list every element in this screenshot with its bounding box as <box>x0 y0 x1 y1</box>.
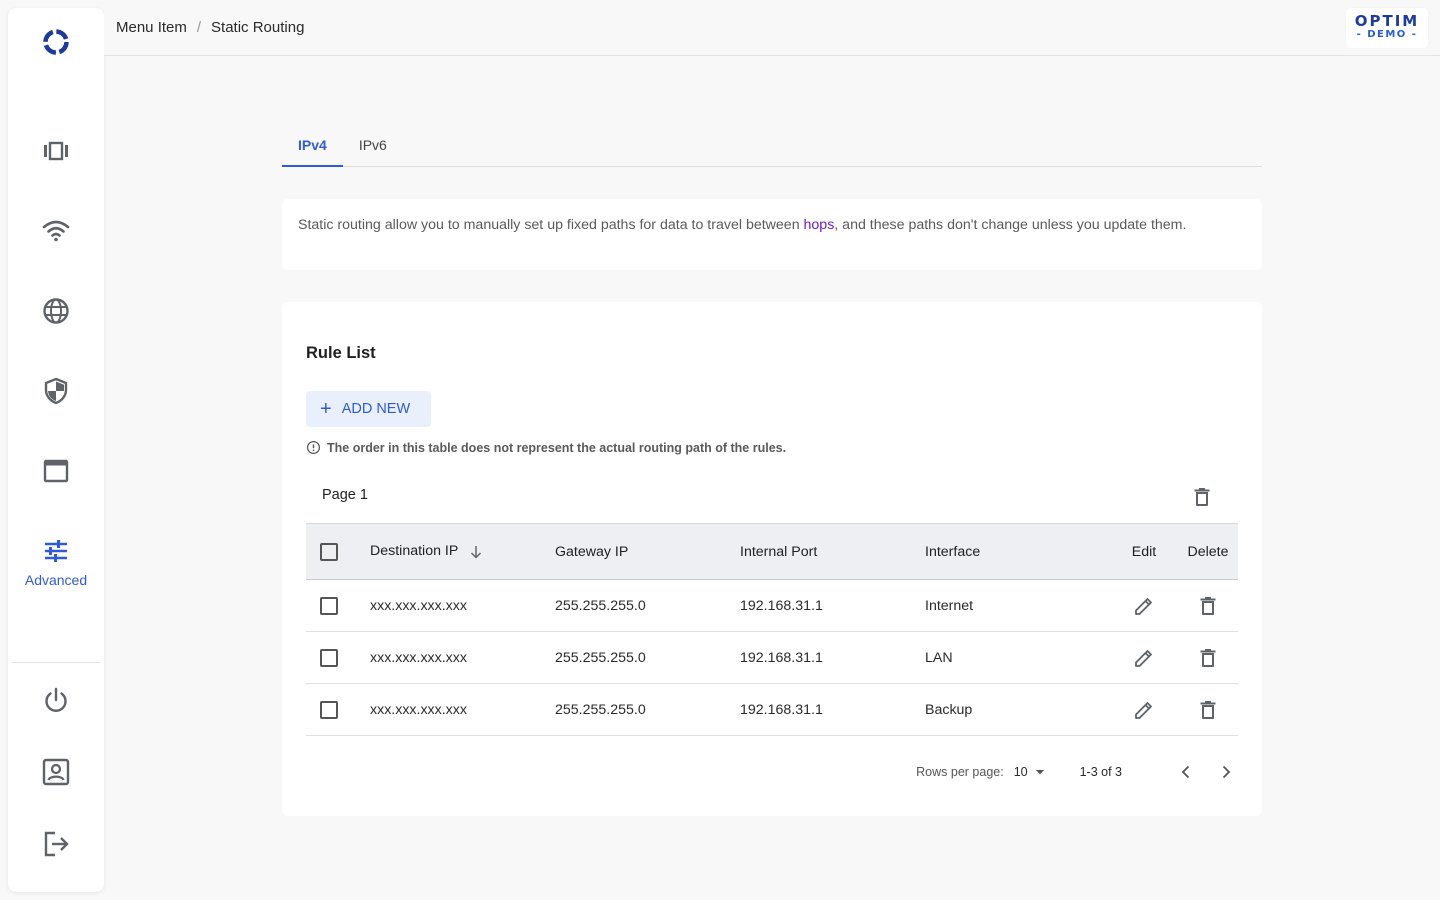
info-icon <box>306 440 321 455</box>
col-gateway-header: Gateway IP <box>555 543 629 560</box>
table-row: xxx.xxx.xxx.xxx 255.255.255.0 192.168.31… <box>306 580 1238 632</box>
sidebar-item-devices[interactable] <box>8 136 104 166</box>
rows-per-page-select[interactable]: 10 <box>1014 765 1046 779</box>
shield-icon <box>44 377 68 405</box>
cell-port: 192.168.31.1 <box>740 649 823 666</box>
tab-ipv4[interactable]: IPv4 <box>282 126 343 167</box>
row-checkbox[interactable] <box>320 596 338 615</box>
row-checkbox[interactable] <box>320 648 338 667</box>
sidebar-item-account[interactable] <box>8 757 104 787</box>
pencil-icon[interactable] <box>1132 646 1156 670</box>
rows-per-page-label: Rows per page: <box>916 765 1004 779</box>
sidebar-item-logout[interactable] <box>8 829 104 859</box>
cell-port: 192.168.31.1 <box>740 597 823 614</box>
trash-icon[interactable] <box>1196 594 1220 618</box>
window-icon <box>43 459 69 483</box>
breadcrumb-separator: / <box>196 19 202 36</box>
cell-gateway: 255.255.255.0 <box>555 597 646 614</box>
table-header-row: Destination IP Gateway IP Internal Port … <box>306 523 1238 580</box>
breadcrumb-item-current: Static Routing <box>211 19 305 36</box>
brand-subtitle: - DEMO - <box>1356 29 1418 40</box>
cell-gateway: 255.255.255.0 <box>555 701 646 718</box>
col-edit-header: Edit <box>1131 543 1157 560</box>
rule-list-card: Rule List + ADD NEW The order in this ta… <box>282 302 1262 816</box>
pencil-icon[interactable] <box>1132 594 1156 618</box>
logout-icon <box>44 831 69 857</box>
globe-icon <box>43 298 69 324</box>
cell-interface: Internet <box>925 597 974 614</box>
tab-ipv6[interactable]: IPv6 <box>343 126 403 167</box>
info-card: Static routing allow you to manually set… <box>282 199 1262 270</box>
cell-port: 192.168.31.1 <box>740 701 823 718</box>
info-text-start: Static routing allow you to manually set… <box>298 217 804 233</box>
add-new-label: ADD NEW <box>341 401 411 417</box>
sliders-icon <box>45 540 67 562</box>
brand-name: OPTIM <box>1354 12 1420 30</box>
col-port-header: Internal Port <box>740 543 818 560</box>
page-range: 1-3 of 3 <box>1079 765 1122 779</box>
sidebar-item-advanced[interactable]: Advanced <box>8 536 104 588</box>
col-delete-header: Delete <box>1187 543 1229 560</box>
sidebar-item-label: Advanced <box>24 572 88 588</box>
page-label: Page 1 <box>322 487 368 503</box>
cell-destination: xxx.xxx.xxx.xxx <box>370 701 467 718</box>
sidebar-item-window[interactable] <box>8 456 104 486</box>
sidebar-item-wifi[interactable] <box>8 216 104 246</box>
card-title: Rule List <box>306 344 376 362</box>
plus-icon: + <box>320 398 332 420</box>
order-note-text: The order in this table does not represe… <box>327 440 787 455</box>
brand-logo: OPTIM - DEMO - <box>1346 8 1428 48</box>
ip-version-tabs: IPv4 IPv6 <box>282 126 1262 167</box>
cell-destination: xxx.xxx.xxx.xxx <box>370 649 467 666</box>
devices-icon <box>44 141 68 161</box>
bulk-delete-icon[interactable] <box>1190 485 1214 509</box>
trash-icon[interactable] <box>1196 646 1220 670</box>
cell-interface: LAN <box>925 649 953 666</box>
cell-destination: xxx.xxx.xxx.xxx <box>370 597 467 614</box>
order-note: The order in this table does not represe… <box>306 440 786 455</box>
breadcrumb-item-menu[interactable]: Menu Item <box>116 19 187 36</box>
power-icon <box>45 687 67 712</box>
caret-down-icon <box>1035 770 1044 775</box>
cell-gateway: 255.255.255.0 <box>555 649 646 666</box>
sidebar-item-internet[interactable] <box>8 296 104 326</box>
pencil-icon[interactable] <box>1132 698 1156 722</box>
sidebar-divider <box>12 662 100 663</box>
breadcrumb: Menu Item / Static Routing <box>116 19 304 36</box>
pagination: Rows per page: 10 1-3 of 3 <box>282 760 1238 784</box>
wifi-icon <box>42 220 70 242</box>
account-icon <box>42 758 70 786</box>
table-row: xxx.xxx.xxx.xxx 255.255.255.0 192.168.31… <box>306 684 1238 736</box>
rules-table: Destination IP Gateway IP Internal Port … <box>306 523 1238 736</box>
sidebar-item-security[interactable] <box>8 376 104 406</box>
ring-logo-icon[interactable] <box>40 26 72 58</box>
hops-link[interactable]: hops <box>804 217 835 233</box>
table-row: xxx.xxx.xxx.xxx 255.255.255.0 192.168.31… <box>306 632 1238 684</box>
trash-icon[interactable] <box>1196 698 1220 722</box>
info-text-end: , and these paths don't change unless yo… <box>834 217 1187 233</box>
chevron-left-icon[interactable] <box>1174 760 1198 784</box>
arrow-down-icon[interactable] <box>468 544 484 560</box>
col-interface-header: Interface <box>925 543 981 560</box>
sidebar-item-power[interactable] <box>8 685 104 715</box>
select-all-checkbox[interactable] <box>320 542 338 561</box>
sidebar: Advanced <box>8 8 104 892</box>
add-new-button[interactable]: + ADD NEW <box>306 391 431 427</box>
cell-interface: Backup <box>925 701 973 718</box>
rows-per-page-value: 10 <box>1013 765 1028 779</box>
chevron-right-icon[interactable] <box>1214 760 1238 784</box>
row-checkbox[interactable] <box>320 700 338 719</box>
col-destination-header[interactable]: Destination IP <box>370 524 555 580</box>
col-destination-label: Destination IP <box>370 543 459 560</box>
top-bar: Menu Item / Static Routing OPTIM - DEMO … <box>104 0 1440 56</box>
